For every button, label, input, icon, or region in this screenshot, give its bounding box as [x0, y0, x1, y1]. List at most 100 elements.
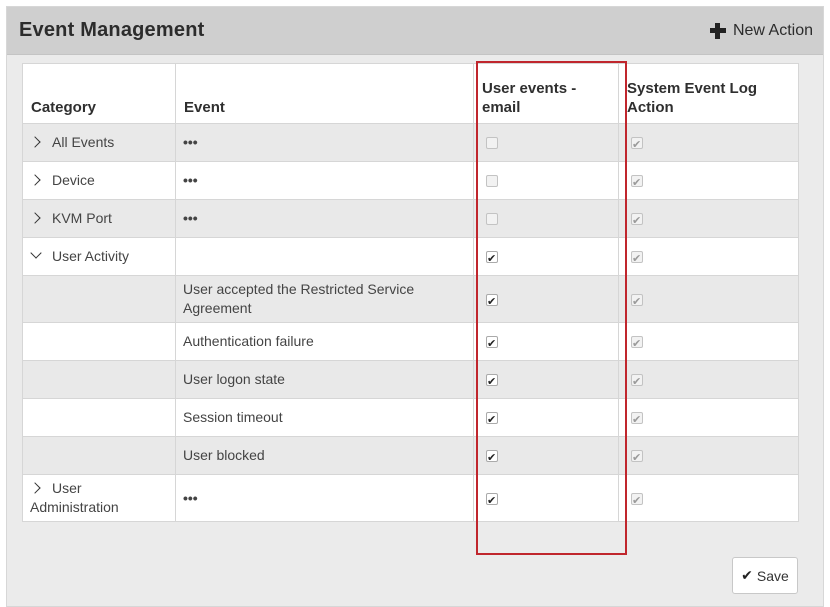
category-cell[interactable]: KVM Port: [22, 199, 176, 238]
event-label: User blocked: [183, 447, 265, 463]
column-header-event: Event: [175, 63, 474, 124]
chevron-right-icon[interactable]: [30, 209, 46, 228]
system-event-log-cell: [618, 474, 799, 522]
event-label: User logon state: [183, 371, 285, 387]
category-cell[interactable]: Device: [22, 161, 176, 200]
system-event-log-cell: [618, 322, 799, 361]
more-events-indicator: •••: [183, 489, 198, 506]
system-event-log-checkbox: [631, 372, 643, 391]
user-events-email-cell: [473, 275, 619, 323]
user-events-email-cell: [473, 436, 619, 475]
user-events-email-checkbox[interactable]: [486, 292, 498, 311]
user-events-email-cell: [473, 237, 619, 276]
chevron-right-icon[interactable]: [30, 171, 46, 190]
event-cell: •••: [175, 161, 474, 200]
event-cell: User blocked: [175, 436, 474, 475]
user-events-email-cell: [473, 360, 619, 399]
event-table: Category Event User events - email Syste…: [22, 63, 799, 522]
category-label: KVM Port: [52, 210, 112, 226]
event-cell: User logon state: [175, 360, 474, 399]
event-label: Authentication failure: [183, 333, 314, 349]
plus-icon: [709, 22, 727, 40]
system-event-log-checkbox: [631, 334, 643, 353]
panel-header: Event Management New Action: [7, 7, 823, 55]
system-event-log-checkbox: [631, 448, 643, 467]
system-event-log-checkbox: [631, 410, 643, 429]
system-event-log-cell: [618, 360, 799, 399]
user-events-email-cell: [473, 161, 619, 200]
table-row: User blocked: [22, 436, 799, 475]
event-cell: [175, 237, 474, 276]
system-event-log-cell: [618, 436, 799, 475]
category-cell: [22, 398, 176, 437]
user-events-email-cell: [473, 474, 619, 522]
category-cell: [22, 275, 176, 323]
category-cell: [22, 436, 176, 475]
event-cell: •••: [175, 474, 474, 522]
table-row: Device •••: [22, 161, 799, 200]
user-events-email-cell: [473, 322, 619, 361]
system-event-log-checkbox: [631, 135, 643, 154]
system-event-log-checkbox: [631, 249, 643, 268]
more-events-indicator: •••: [183, 134, 198, 150]
system-event-log-cell: [618, 398, 799, 437]
system-event-log-checkbox: [631, 292, 643, 311]
chevron-right-icon[interactable]: [30, 133, 46, 152]
table-row: All Events •••: [22, 123, 799, 162]
system-event-log-checkbox: [631, 491, 643, 510]
column-header-category: Category: [22, 63, 176, 124]
system-event-log-checkbox: [631, 173, 643, 192]
user-events-email-checkbox[interactable]: [486, 448, 498, 467]
table-row: User Activity: [22, 237, 799, 276]
category-label: All Events: [52, 134, 115, 150]
system-event-log-checkbox: [631, 211, 643, 230]
table-row: Authentication failure: [22, 322, 799, 361]
chevron-down-icon[interactable]: [30, 247, 46, 266]
event-label: Session timeout: [183, 409, 283, 425]
more-events-indicator: •••: [183, 210, 198, 226]
user-events-email-checkbox[interactable]: [486, 410, 498, 429]
event-cell: Session timeout: [175, 398, 474, 437]
user-events-email-checkbox: [486, 175, 498, 188]
system-event-log-cell: [618, 237, 799, 276]
table-row: Session timeout: [22, 398, 799, 437]
event-cell: •••: [175, 199, 474, 238]
category-cell: [22, 360, 176, 399]
chevron-right-icon[interactable]: [30, 479, 46, 498]
table-row: KVM Port •••: [22, 199, 799, 238]
checkmark-icon: ✔: [741, 567, 753, 584]
table-header-row: Category Event User events - email Syste…: [22, 63, 799, 124]
system-event-log-cell: [618, 199, 799, 238]
category-label: User Activity: [52, 248, 130, 264]
system-event-log-cell: [618, 123, 799, 162]
more-events-indicator: •••: [183, 172, 198, 188]
event-cell: Authentication failure: [175, 322, 474, 361]
save-button[interactable]: ✔ Save: [732, 557, 798, 594]
category-cell[interactable]: User Administration: [22, 474, 176, 522]
user-events-email-checkbox: [486, 137, 498, 150]
user-events-email-checkbox[interactable]: [486, 372, 498, 391]
user-events-email-checkbox: [486, 213, 498, 226]
user-events-email-checkbox[interactable]: [486, 249, 498, 268]
system-event-log-cell: [618, 161, 799, 200]
system-event-log-cell: [618, 275, 799, 323]
user-events-email-cell: [473, 123, 619, 162]
category-cell[interactable]: All Events: [22, 123, 176, 162]
event-label: User accepted the Restricted Service Agr…: [183, 281, 415, 316]
category-cell[interactable]: User Activity: [22, 237, 176, 276]
user-events-email-cell: [473, 398, 619, 437]
table-row: User logon state: [22, 360, 799, 399]
user-events-email-cell: [473, 199, 619, 238]
page-title: Event Management: [19, 19, 205, 41]
user-events-email-checkbox[interactable]: [486, 491, 498, 510]
table-row: User Administration •••: [22, 474, 799, 522]
user-events-email-checkbox[interactable]: [486, 334, 498, 353]
event-cell: •••: [175, 123, 474, 162]
table-body: All Events ••• Device ••• KVM Port ••• User Ac…: [22, 123, 799, 522]
category-cell: [22, 322, 176, 361]
new-action-button[interactable]: New Action: [709, 22, 813, 40]
save-label: Save: [756, 567, 789, 584]
table-row: User accepted the Restricted Service Agr…: [22, 275, 799, 323]
column-header-user-events-email: User events - email: [473, 63, 619, 124]
event-cell: User accepted the Restricted Service Agr…: [175, 275, 474, 323]
